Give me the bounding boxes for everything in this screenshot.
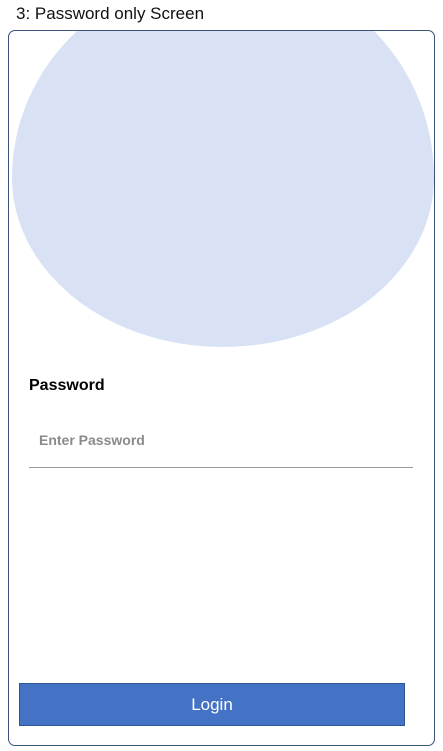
login-button[interactable]: Login xyxy=(19,683,405,726)
password-label: Password xyxy=(29,377,105,394)
phone-frame: Password Login xyxy=(8,30,435,746)
page-title: 3: Password only Screen xyxy=(16,4,205,23)
decorative-blob xyxy=(12,31,434,347)
password-input[interactable] xyxy=(29,412,413,468)
